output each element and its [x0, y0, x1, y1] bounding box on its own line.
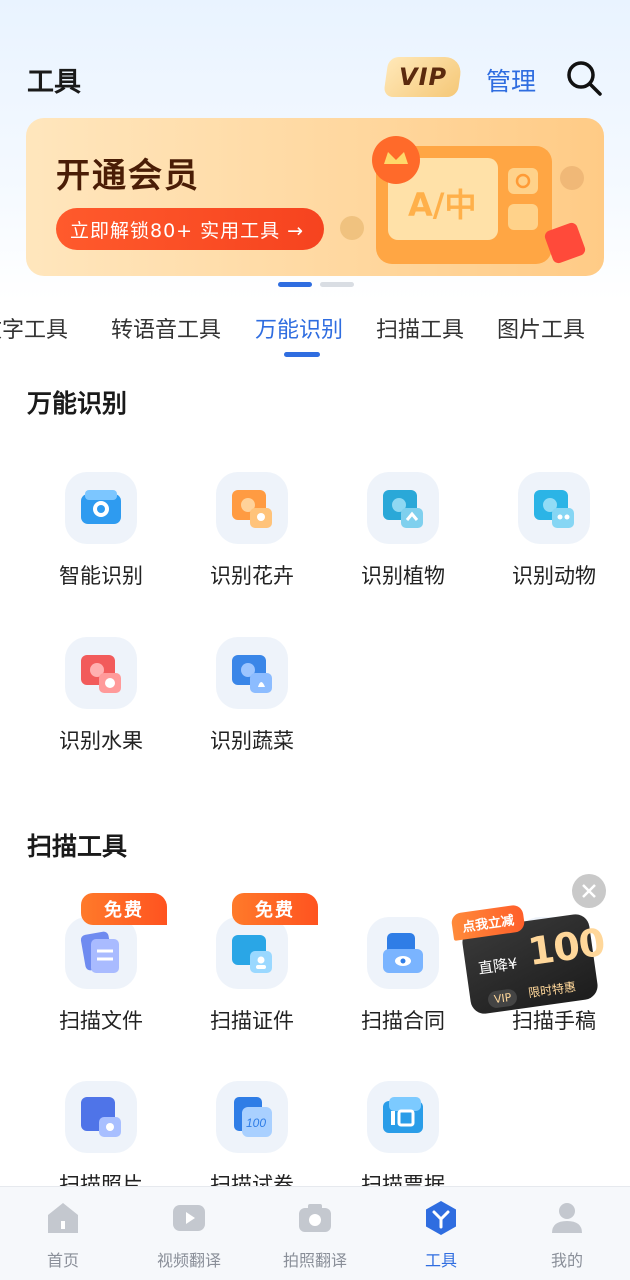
search-icon[interactable] [564, 58, 604, 98]
nav-tools[interactable]: 工具 [378, 1187, 504, 1280]
banner-title: 开通会员 [56, 156, 200, 196]
tab-image-tools[interactable]: 图片工具 [497, 312, 585, 344]
tool-label: 识别水果 [59, 729, 143, 753]
section-title-recognize: 万能识别 [27, 389, 128, 418]
pagination-dot-1 [278, 282, 312, 287]
top-bar: 工具 VIP 管理 [0, 52, 630, 106]
tool-animal-recognize[interactable]: 识别动物 [479, 472, 629, 602]
tool-plant-recognize[interactable]: 识别植物 [328, 472, 478, 602]
svg-text:100: 100 [246, 1116, 266, 1130]
nav-label: 我的 [550, 1251, 583, 1270]
banner-art-text: A/中 [408, 186, 477, 224]
tool-label: 扫描证件 [210, 1009, 294, 1033]
tool-label: 扫描文件 [59, 1009, 143, 1033]
tool-scan-file[interactable]: 免费 扫描文件 [26, 893, 176, 1047]
tab-indicator [284, 352, 320, 357]
promo-discount-card[interactable]: 点我立减 直降¥ 100 VIP 限时特惠 [448, 904, 608, 1017]
membership-banner[interactable]: 开通会员 立即解锁80+ 实用工具 → A/中 [26, 118, 604, 276]
tab-universal-recognize[interactable]: 万能识别 [255, 312, 343, 344]
banner-pagination [278, 282, 354, 288]
free-badge: 免费 [81, 893, 167, 925]
nav-camera-translate[interactable]: 拍照翻译 [252, 1187, 378, 1280]
nav-label: 工具 [424, 1251, 457, 1270]
promo-close-button[interactable] [572, 874, 606, 908]
video-translate-icon [173, 1205, 205, 1231]
scan-id-icon [216, 917, 288, 989]
scan-receipt-icon [367, 1081, 439, 1153]
tool-smart-recognize[interactable]: 智能识别 [26, 472, 176, 602]
camera-translate-icon [299, 1204, 331, 1232]
fruit-recognize-icon [65, 637, 137, 709]
unlock-button[interactable]: 立即解锁80+ 实用工具 → [56, 208, 324, 250]
flower-recognize-icon [216, 472, 288, 544]
pagination-dot-2 [320, 282, 354, 287]
section-title-scan: 扫描工具 [27, 832, 128, 861]
tool-label: 识别植物 [361, 564, 445, 588]
nav-label: 视频翻译 [156, 1251, 221, 1270]
animal-recognize-icon [518, 472, 590, 544]
scan-file-icon [65, 917, 137, 989]
tool-label: 识别动物 [512, 564, 596, 588]
tool-fruit-recognize[interactable]: 识别水果 [26, 637, 176, 767]
profile-icon [552, 1203, 582, 1233]
tool-flower-recognize[interactable]: 识别花卉 [177, 472, 327, 602]
home-icon [48, 1203, 78, 1233]
tools-icon [426, 1201, 456, 1235]
scan-exam-icon: 100 [216, 1081, 288, 1153]
tool-scan-id[interactable]: 免费 扫描证件 [177, 893, 327, 1047]
category-tabs: 文字工具 转语音工具 万能识别 扫描工具 图片工具 [0, 308, 630, 360]
vip-label: VIP [398, 63, 448, 91]
tool-vegetable-recognize[interactable]: 识别蔬菜 [177, 637, 327, 767]
tab-text-tools[interactable]: 文字工具 [0, 312, 68, 344]
close-icon [582, 884, 596, 898]
nav-label: 首页 [46, 1251, 79, 1270]
tool-label: 识别花卉 [210, 564, 294, 588]
free-badge: 免费 [232, 893, 318, 925]
scan-photo-icon [65, 1081, 137, 1153]
smart-recognize-icon [65, 472, 137, 544]
nav-label: 拍照翻译 [282, 1251, 347, 1270]
translate-illustration: A/中 [336, 118, 604, 276]
nav-video-translate[interactable]: 视频翻译 [126, 1187, 252, 1280]
nav-home[interactable]: 首页 [0, 1187, 126, 1280]
nav-profile[interactable]: 我的 [504, 1187, 630, 1280]
tool-label: 识别蔬菜 [210, 729, 294, 753]
manage-button[interactable]: 管理 [486, 62, 536, 98]
bottom-navigation: 首页 视频翻译 拍照翻译 工具 我的 [0, 1186, 630, 1280]
plant-recognize-icon [367, 472, 439, 544]
page-title: 工具 [27, 67, 81, 98]
vip-button[interactable]: VIP [383, 57, 463, 97]
tab-tts-tools[interactable]: 转语音工具 [111, 312, 221, 344]
scan-contract-icon [367, 917, 439, 989]
vegetable-recognize-icon [216, 637, 288, 709]
tab-scan-tools[interactable]: 扫描工具 [376, 312, 464, 344]
tool-label: 智能识别 [59, 564, 143, 588]
